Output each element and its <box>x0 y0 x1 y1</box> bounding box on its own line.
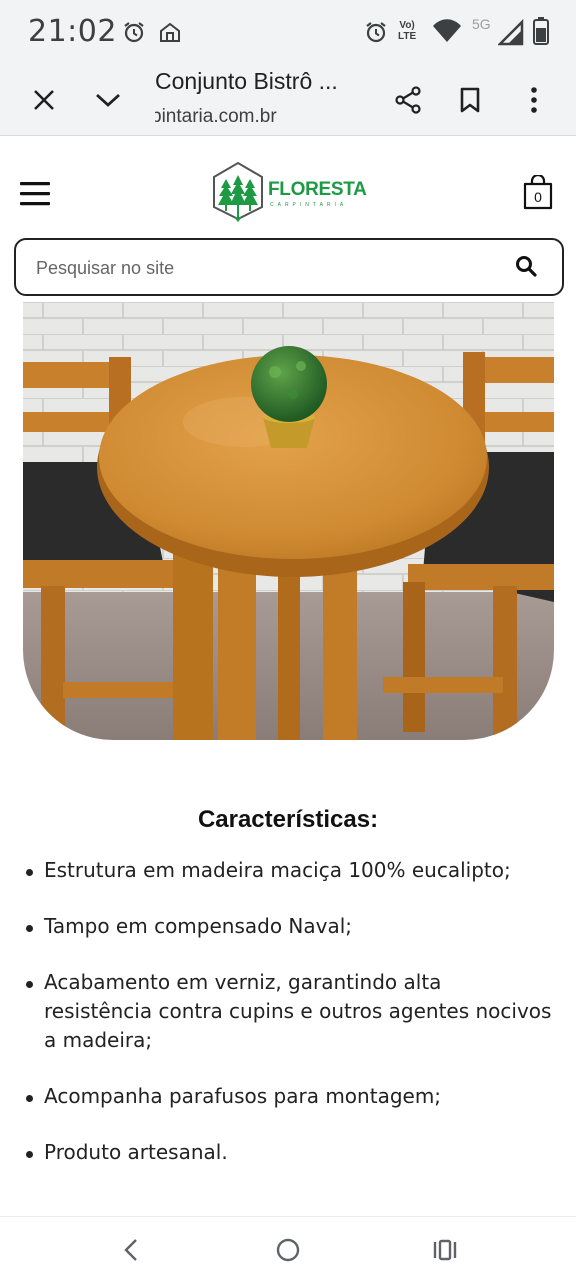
page-url[interactable]: pintaria.com.br <box>155 106 355 128</box>
recent-apps-button[interactable] <box>428 1233 462 1267</box>
browser-toolbar: Conjunto Bistrô ... pintaria.com.br <box>0 66 576 136</box>
search-button[interactable] <box>514 254 540 280</box>
lte-label: LTE <box>398 31 417 42</box>
search-bar <box>14 238 564 296</box>
feature-item: Tampo em compensado Naval; <box>26 912 554 941</box>
volte-label: Vo) <box>399 20 415 31</box>
volte-indicator: Vo) LTE <box>398 20 416 42</box>
hamburger-menu-icon <box>20 182 50 206</box>
back-button[interactable] <box>114 1233 148 1267</box>
menu-button[interactable] <box>20 181 52 207</box>
site-logo[interactable]: FLORESTA CARPINTARIA <box>212 161 367 225</box>
features-heading: Características: <box>0 806 576 834</box>
system-navigation-bar <box>0 1216 576 1280</box>
logo-subtitle: CARPINTARIA <box>270 202 348 208</box>
feature-item: Acompanha parafusos para montagem; <box>26 1082 554 1111</box>
bistro-set-photo <box>23 302 554 740</box>
logo-name: FLORESTA <box>268 179 367 200</box>
alarm-icon <box>122 20 146 48</box>
wifi-icon <box>432 18 462 48</box>
home-circle-icon <box>276 1238 300 1262</box>
more-vert-icon <box>531 87 537 113</box>
cart-count: 0 <box>534 189 542 205</box>
battery-icon <box>532 16 550 50</box>
network-type: 5G <box>472 16 491 32</box>
chevron-down-icon <box>96 93 120 107</box>
status-time: 21:02 <box>28 14 117 49</box>
page-title[interactable]: Conjunto Bistrô ... <box>155 68 375 95</box>
minimize-button[interactable] <box>88 80 128 120</box>
close-tab-button[interactable] <box>24 80 64 120</box>
site-header: FLORESTA CARPINTARIA 0 <box>0 137 576 237</box>
features-list: Estrutura em madeira maciça 100% eucalip… <box>26 856 554 1194</box>
bookmark-icon <box>460 87 480 113</box>
search-icon <box>516 256 537 277</box>
status-bar: 21:02 Vo) LTE 5G <box>0 0 576 66</box>
features-heading-colon: : <box>370 806 379 833</box>
cart-button[interactable]: 0 <box>520 173 556 211</box>
feature-item: Acabamento em verniz, garantindo alta re… <box>26 968 554 1055</box>
home-button[interactable] <box>271 1233 305 1267</box>
search-input[interactable] <box>36 254 476 282</box>
back-icon <box>124 1239 137 1261</box>
close-icon <box>34 90 54 110</box>
more-options-button[interactable] <box>514 80 554 120</box>
features-heading-text: Características <box>197 806 371 833</box>
share-icon <box>395 86 421 114</box>
signal-icon <box>496 18 524 50</box>
feature-item: Produto artesanal. <box>26 1138 554 1167</box>
home-icon <box>158 20 182 48</box>
bookmark-button[interactable] <box>450 80 490 120</box>
feature-item: Estrutura em madeira maciça 100% eucalip… <box>26 856 554 885</box>
share-button[interactable] <box>388 80 428 120</box>
alarm-icon <box>364 20 388 48</box>
forest-logo-icon <box>213 161 263 222</box>
product-image[interactable] <box>23 302 554 740</box>
recent-apps-icon <box>433 1239 457 1261</box>
